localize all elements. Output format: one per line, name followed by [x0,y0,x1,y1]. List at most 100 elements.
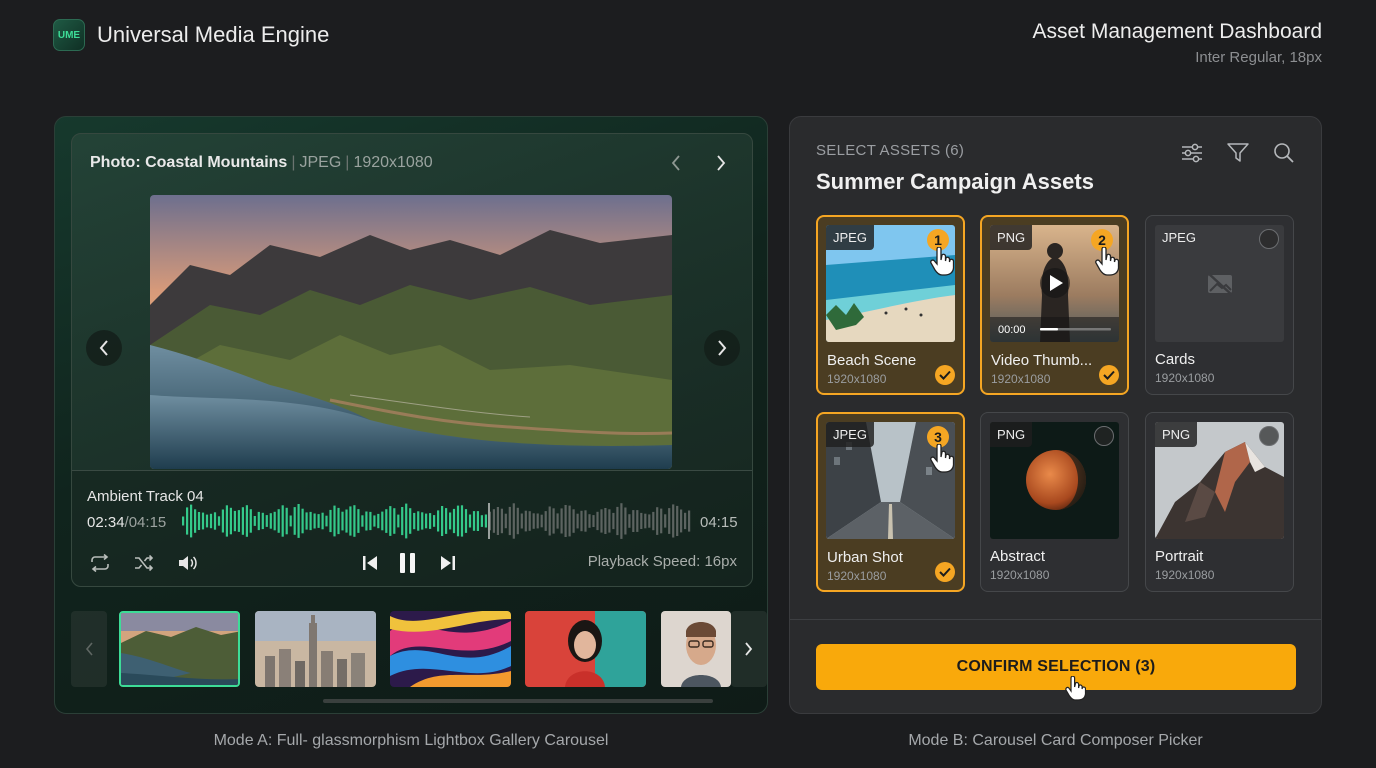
waveform-bar [301,508,304,534]
asset-card-video-thumb[interactable]: 00:00 PNG 2 Video Thumb... 1920x1080 [980,215,1129,395]
mode-b-caption: Mode B: Carousel Card Composer Picker [908,732,1203,749]
select-assets-label: SELECT ASSETS (6) [816,142,965,159]
thumbnail-portrait-man[interactable] [661,611,731,687]
waveform-bar [604,508,607,534]
waveform-bar [480,515,483,527]
header-prev-button[interactable] [665,152,687,174]
audio-player: Ambient Track 04 02:34/04:15 04:15 Playb… [72,470,752,586]
waveform-bar [182,516,185,526]
waveform-bar [524,510,527,532]
waveform-bar [277,509,280,533]
search-button[interactable] [1272,141,1296,165]
sliders-icon [1182,143,1202,163]
chevron-left-icon [671,155,680,171]
waveform-bar [385,509,388,533]
waveform-bar [261,512,264,530]
hand-cursor-icon [930,444,955,473]
filter-icon [1227,143,1249,162]
waveform-bar [656,507,659,535]
header-next-button[interactable] [710,152,732,174]
waveform-bar [636,510,639,532]
waveform-bar [257,511,260,531]
audio-waveform[interactable] [182,503,692,539]
asset-card-cards[interactable]: JPEG Cards 1920x1080 [1145,215,1294,395]
repeat-icon [91,554,109,572]
waveform-bar [676,505,679,536]
waveform-bar [540,514,543,528]
waveform-bar [381,511,384,531]
waveform-bar [225,505,228,537]
thumbnail-coastal-mountains[interactable] [119,611,240,687]
previous-track-button[interactable] [358,551,382,575]
shuffle-button[interactable] [132,551,156,575]
filmstrip-scrollbar[interactable] [323,699,713,703]
app-title: Universal Media Engine [97,22,330,47]
hand-cursor-icon [1095,247,1120,276]
selection-radio[interactable] [1259,426,1279,446]
thumbnail-city-skyline[interactable] [255,611,376,687]
waveform-bar [668,508,671,534]
waveform-bar [413,512,416,530]
waveform-bar [389,506,392,536]
playback-speed[interactable]: Playback Speed: 16px [588,553,737,570]
thumbnail-abstract-swirl[interactable] [390,611,511,687]
asset-card-abstract[interactable]: PNG Abstract 1920x1080 [980,412,1129,592]
selection-radio[interactable] [1094,426,1114,446]
selected-check-icon [1099,365,1119,385]
current-time-value: 02:34 [87,514,125,531]
viewer-next-button[interactable] [704,330,740,366]
waveform-bar [245,505,248,537]
waveform-bar [209,513,213,529]
viewer-prev-button[interactable] [86,330,122,366]
waveform-bar [377,513,380,529]
video-time: 00:00 [998,324,1026,336]
waveform-bar [273,511,276,531]
waveform-bar [217,516,221,526]
chevron-left-icon [99,340,108,356]
waveform-bar [544,511,547,531]
waveform-bar [197,512,201,530]
waveform-bar [684,512,687,530]
waveform-bar [337,507,340,535]
asset-card-beach-scene[interactable]: JPEG 1 Beach Scene 1920x1080 [816,215,965,395]
waveform-bar [293,507,296,535]
waveform-bar [409,508,412,534]
photo-title: Photo: Coastal Mountains [90,154,288,171]
confirm-selection-button[interactable]: CONFIRM SELECTION (3) [816,644,1296,690]
waveform-bar [357,509,360,533]
adjust-button[interactable] [1180,141,1204,165]
pause-button[interactable] [396,551,420,575]
waveform-bar [353,505,356,537]
waveform-bar [660,508,663,534]
waveform-bar [576,513,579,529]
waveform-bar [365,511,368,531]
format-badge: JPEG [826,422,874,447]
waveform-bar [536,513,539,529]
selection-radio[interactable] [1259,229,1279,249]
thumbnail-portrait-woman[interactable] [525,611,646,687]
waveform-bar [640,512,643,529]
waveform-bar [552,508,555,534]
waveform-bar [241,507,244,535]
waveform-bar [213,512,217,530]
repeat-button[interactable] [88,551,112,575]
filmstrip-prev-button[interactable] [71,611,107,687]
waveform-bar [688,510,691,532]
filmstrip-next-button[interactable] [731,611,767,687]
mode-a-caption: Mode A: Full- glassmorphism Lightbox Gal… [213,732,609,749]
waveform-bar [672,504,675,538]
skip-forward-icon [441,556,455,570]
waveform-bar [556,513,559,529]
asset-card-portrait[interactable]: PNG Portrait 1920x1080 [1145,412,1294,592]
asset-dimensions: 1920x1080 [1155,568,1215,582]
playhead [488,503,490,539]
waveform-bar [289,515,292,527]
asset-card-urban-shot[interactable]: JPEG 3 Urban Shot 1920x1080 [816,412,965,592]
next-track-button[interactable] [436,551,460,575]
current-time: 02:34/04:15 [87,514,166,531]
filter-button[interactable] [1226,141,1250,165]
waveform-bar [584,510,587,532]
volume-button[interactable] [176,551,200,575]
dashboard-subtitle: Inter Regular, 18px [1195,49,1322,66]
waveform-bar [313,513,316,529]
